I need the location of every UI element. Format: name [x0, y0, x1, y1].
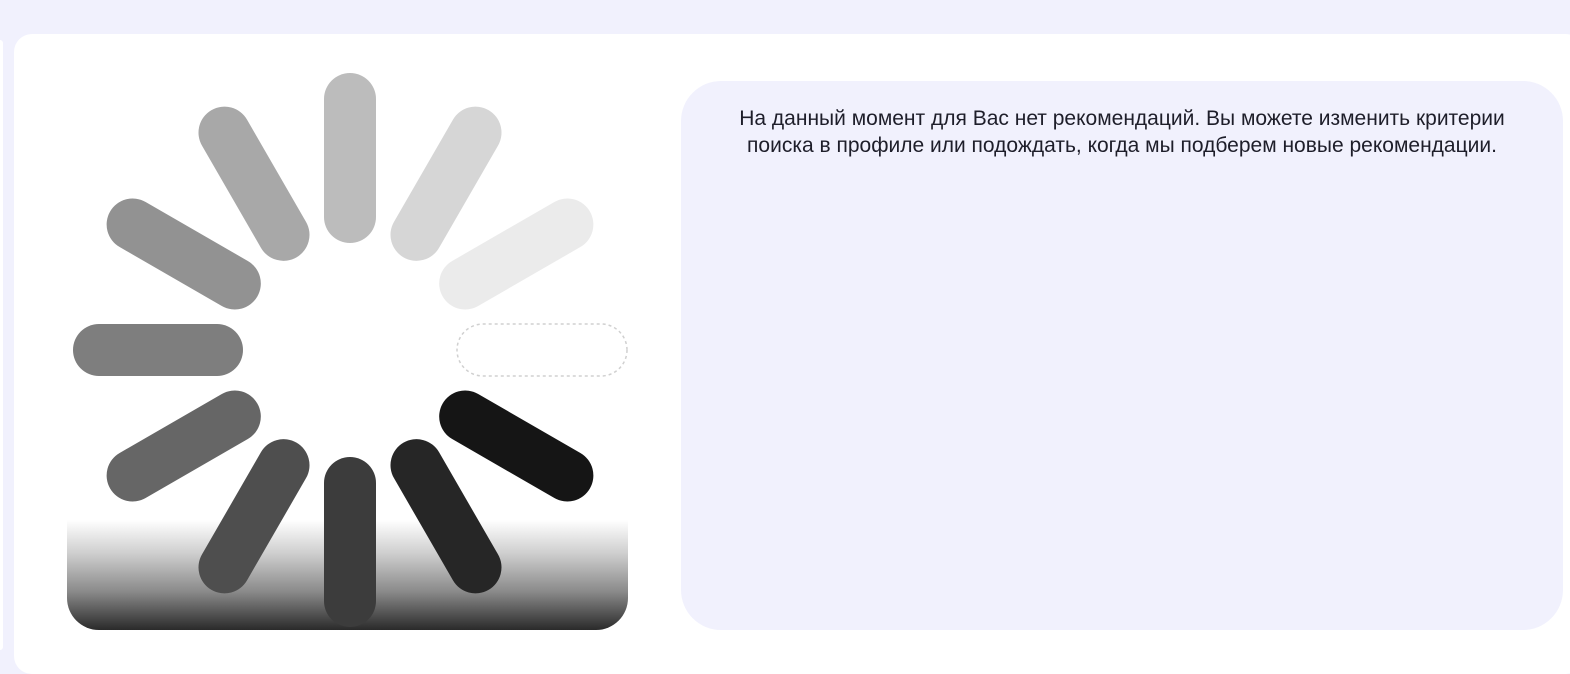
spinner-icon	[73, 73, 628, 627]
left-sidebar-edge	[0, 40, 3, 650]
spinner-spoke	[456, 323, 628, 377]
spinner-spoke	[73, 324, 243, 376]
loading-spinner-panel	[67, 70, 628, 630]
spinner-spoke	[324, 457, 376, 627]
spinner-spoke	[324, 73, 376, 243]
empty-recommendations-message: На данный момент для Вас нет рекомендаци…	[739, 107, 1505, 157]
empty-recommendations-panel: На данный момент для Вас нет рекомендаци…	[681, 81, 1563, 630]
